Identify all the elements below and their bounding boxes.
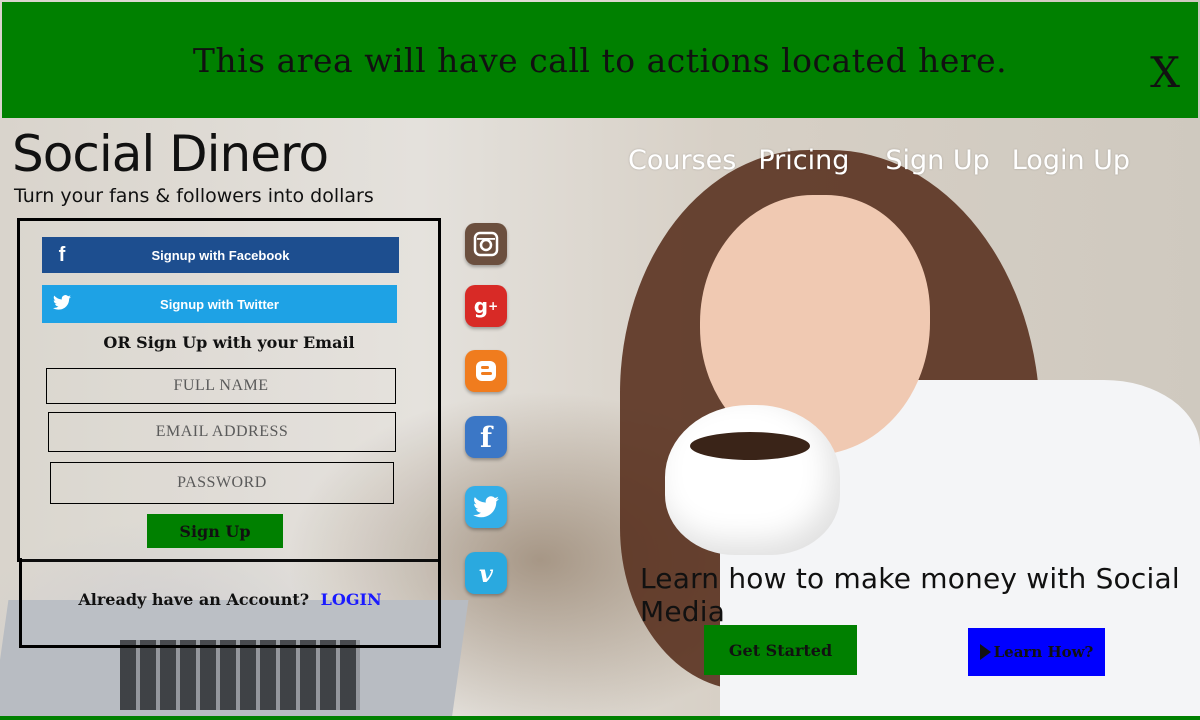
play-icon: [979, 644, 991, 660]
get-started-button[interactable]: Get Started: [704, 625, 857, 675]
blogger-icon[interactable]: [465, 350, 507, 392]
password-input[interactable]: [50, 462, 394, 504]
banner-close-button[interactable]: X: [1150, 52, 1180, 94]
keyboard-image: [120, 640, 360, 710]
brand-title: Social Dinero: [12, 125, 329, 183]
email-input[interactable]: [48, 412, 396, 452]
login-prompt-text: Already have an Account?: [78, 590, 310, 609]
signup-twitter-button[interactable]: Signup with Twitter: [42, 285, 397, 323]
brand-tagline: Turn your fans & followers into dollars: [14, 185, 374, 207]
facebook-icon[interactable]: f: [465, 416, 507, 458]
login-link[interactable]: LOGIN: [321, 590, 382, 609]
signup-twitter-label: Signup with Twitter: [160, 296, 279, 312]
signup-facebook-label: Signup with Facebook: [151, 247, 290, 263]
google-plus-icon[interactable]: g +: [465, 285, 507, 327]
or-signup-email-text: OR Sign Up with your Email: [103, 333, 355, 352]
hero-headline: Learn how to make money with Social Medi…: [640, 562, 1180, 628]
signup-facebook-button[interactable]: f Signup with Facebook: [42, 237, 399, 273]
nav-login[interactable]: Login Up: [1012, 145, 1130, 176]
nav-sign-up[interactable]: Sign Up: [885, 145, 989, 176]
footer-divider: [0, 716, 1200, 720]
learn-how-label: Learn How?: [993, 643, 1094, 661]
main-nav: Courses Pricing Sign Up Login Up: [628, 145, 1130, 176]
twitter-icon[interactable]: [465, 486, 507, 528]
facebook-icon: f: [58, 243, 66, 266]
signup-form: f Signup with Facebook Signup with Twitt…: [17, 218, 441, 562]
coffee-cup-image: [665, 405, 840, 555]
banner-text: This area will have call to actions loca…: [192, 40, 1008, 80]
instagram-icon[interactable]: [465, 223, 507, 265]
cta-banner: This area will have call to actions loca…: [2, 2, 1198, 118]
sign-up-button[interactable]: Sign Up: [147, 514, 283, 548]
twitter-icon: [42, 293, 82, 316]
nav-pricing[interactable]: Pricing: [758, 145, 849, 176]
nav-courses[interactable]: Courses: [628, 145, 736, 176]
login-row: Already have an Account? LOGIN: [22, 590, 438, 609]
login-prompt-box: Already have an Account? LOGIN: [19, 558, 441, 648]
vimeo-icon[interactable]: v: [465, 552, 507, 594]
coffee-image: [690, 432, 810, 460]
full-name-input[interactable]: [46, 368, 396, 404]
learn-how-button[interactable]: Learn How?: [968, 628, 1105, 676]
